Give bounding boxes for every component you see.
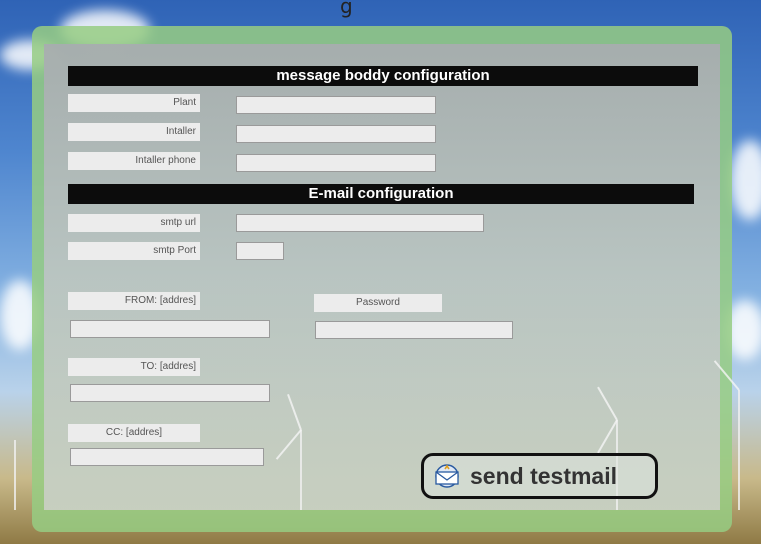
from-field[interactable] [70,320,270,338]
installer-label: Intaller [68,123,200,141]
message-config-header: message boddy configuration [68,66,698,86]
installer-field[interactable] [236,125,436,143]
password-field[interactable] [315,321,513,339]
wind-turbine [738,390,740,510]
smtp-url-label: smtp url [68,214,200,232]
password-label: Password [314,294,442,312]
cc-label: CC: [addres] [68,424,200,442]
cc-field[interactable] [70,448,264,466]
plant-field[interactable] [236,96,436,114]
wind-turbine [300,430,302,510]
from-label: FROM: [addres] [68,292,200,310]
window-caption: g [340,0,353,18]
wind-turbine [14,440,16,510]
plant-label: Plant [68,94,200,112]
to-label: TO: [addres] [68,358,200,376]
smtp-port-field[interactable] [236,242,284,260]
smtp-url-field[interactable] [236,214,484,232]
smtp-port-label: smtp Port [68,242,200,260]
installer-phone-label: Intaller phone [68,152,200,170]
to-field[interactable] [70,384,270,402]
email-config-header: E-mail configuration [68,184,694,204]
sky-cloud [730,140,761,220]
send-testmail-button[interactable]: send testmail [421,453,658,499]
installer-phone-field[interactable] [236,154,436,172]
mail-send-icon [435,464,459,488]
send-testmail-label: send testmail [470,462,617,489]
